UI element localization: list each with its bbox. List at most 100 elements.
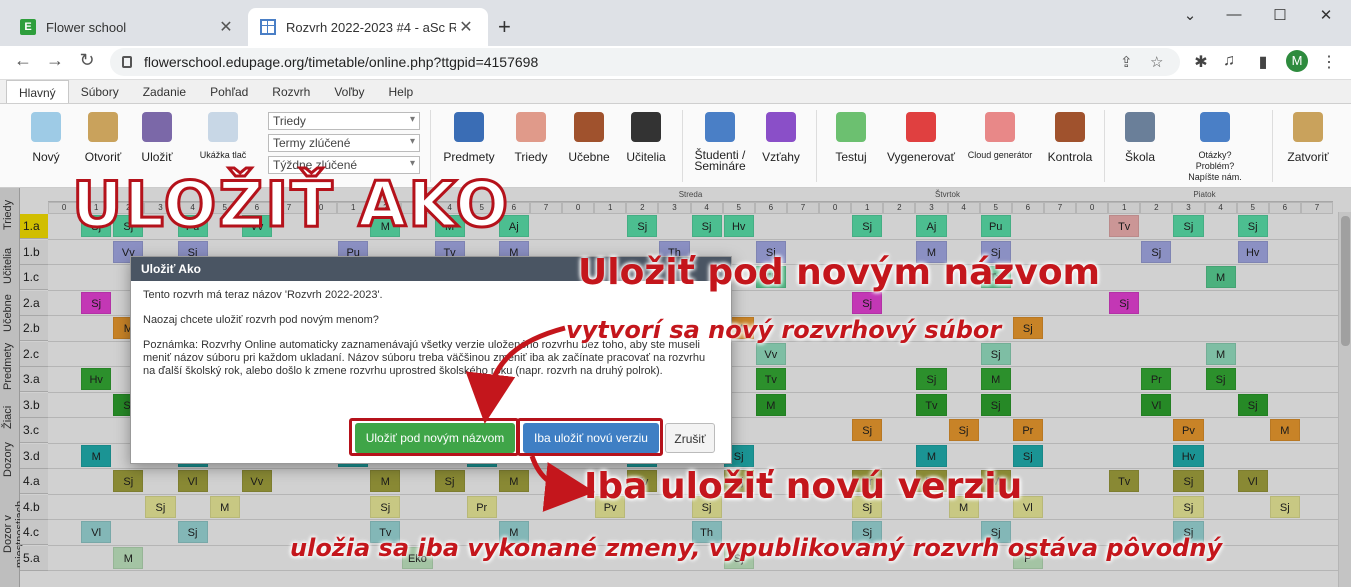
ribbon-label: Otvoriť xyxy=(84,150,122,164)
ribbon-label: Nový xyxy=(32,150,60,164)
ribbon-separator xyxy=(816,110,817,182)
menu-input[interactable]: Zadanie xyxy=(131,80,198,103)
back-arrow-icon[interactable]: ← xyxy=(10,50,36,71)
ribbon-open-button[interactable]: Otvoriť xyxy=(78,112,128,164)
open-icon xyxy=(88,112,118,142)
ribbon-new-button[interactable]: Nový xyxy=(26,112,66,164)
ribbon-label: Ukážka tlač xyxy=(199,150,247,160)
annotation-headline-new-name: Uložiť pod novým názvom xyxy=(578,252,1101,293)
ribbon-label: Vzťahy xyxy=(762,150,800,164)
new-tab-plus-icon[interactable]: + xyxy=(498,14,511,40)
close-tab-icon[interactable]: ✕ xyxy=(456,17,476,37)
ribbon-school-button[interactable]: Škola xyxy=(1118,112,1162,164)
cloud-icon xyxy=(985,112,1015,142)
menu-timetable[interactable]: Rozvrh xyxy=(260,80,322,103)
url-field[interactable]: flowerschool.edupage.org/timetable/onlin… xyxy=(110,48,1180,76)
ribbon-label: Učebne xyxy=(568,150,610,164)
avatar[interactable]: M xyxy=(1286,50,1308,72)
annotation-big-title: ULOŽIŤ AKO xyxy=(70,167,511,243)
save-icon xyxy=(142,112,172,142)
reload-icon[interactable]: ↻ xyxy=(74,50,100,71)
browser-tab-strip: E Flower school ✕ Rozvrh 2022-2023 #4 - … xyxy=(0,0,1351,46)
window-close-icon[interactable]: ✕ xyxy=(1306,6,1346,24)
relations-icon xyxy=(766,112,796,142)
annotation-sub-new-version: uložia sa iba vykonané zmeny, vypublikov… xyxy=(290,534,1223,562)
help-icon xyxy=(1200,112,1230,142)
highlight-box-save-new xyxy=(349,418,519,456)
share-icon[interactable]: ⇪ xyxy=(1120,53,1133,71)
ribbon-generate-button[interactable]: Vygenerovať xyxy=(884,112,958,164)
view-select-classes[interactable]: Triedy xyxy=(268,112,420,130)
extensions-puzzle-icon[interactable]: ✱ xyxy=(1190,52,1212,72)
rooms-icon xyxy=(574,112,604,142)
ribbon-rooms-button[interactable]: Učebne xyxy=(564,112,614,164)
ribbon-control-button[interactable]: Kontrola xyxy=(1044,112,1096,164)
menu-main[interactable]: Hlavný xyxy=(6,80,69,103)
ribbon-relations-button[interactable]: Vzťahy xyxy=(758,112,804,164)
ribbon-separator xyxy=(1104,110,1105,182)
ribbon-save-button[interactable]: Uložiť xyxy=(134,112,180,164)
tab-title: Rozvrh 2022-2023 #4 - aSc Rozvr xyxy=(286,19,456,35)
ribbon-label: Predmety xyxy=(443,150,495,164)
app-menu-bar: Hlavný Súbory Zadanie Pohľad Rozvrh Voľb… xyxy=(0,80,1351,104)
ribbon-teachers-button[interactable]: Učitelia xyxy=(622,112,670,164)
school-icon xyxy=(1125,112,1155,142)
ribbon-cloud-button[interactable]: Cloud generátor xyxy=(964,112,1036,160)
menu-view[interactable]: Pohľad xyxy=(198,80,260,103)
sidebar-toggle-icon[interactable]: ▮ xyxy=(1252,52,1274,72)
ribbon-close-button[interactable]: Zatvoriť xyxy=(1280,112,1336,164)
teachers-icon xyxy=(631,112,661,142)
menu-options[interactable]: Voľby xyxy=(322,80,376,103)
close-tab-icon[interactable]: ✕ xyxy=(216,17,236,37)
preview-icon xyxy=(208,112,238,142)
timetable-favicon-icon xyxy=(260,19,276,35)
generate-icon xyxy=(906,112,936,142)
ribbon-classes-button[interactable]: Triedy xyxy=(508,112,554,164)
minimize-icon[interactable]: — xyxy=(1214,6,1254,23)
ribbon-preview-button[interactable]: Ukážka tlač xyxy=(192,112,254,160)
bookmark-star-icon[interactable]: ☆ xyxy=(1150,53,1163,71)
tab-title: Flower school xyxy=(46,19,127,35)
media-queue-icon[interactable]: ♫ xyxy=(1218,52,1240,70)
highlight-box-save-version xyxy=(517,418,663,456)
classes-icon xyxy=(516,112,546,142)
close-icon xyxy=(1293,112,1323,142)
terms-select[interactable]: Termy zlúčené xyxy=(268,134,420,152)
url-text: flowerschool.edupage.org/timetable/onlin… xyxy=(144,54,539,70)
dialog-note-text: Poznámka: Rozvrhy Online automaticky zaz… xyxy=(143,339,706,377)
ribbon-label: Učitelia xyxy=(626,150,666,164)
ribbon-label: Testuj xyxy=(835,150,867,164)
menu-help[interactable]: Help xyxy=(377,80,426,103)
ribbon-separator xyxy=(682,110,683,182)
ribbon-students-button[interactable]: Študenti / Semináre xyxy=(690,112,750,172)
new-icon xyxy=(31,112,61,142)
forward-arrow-icon[interactable]: → xyxy=(42,50,68,71)
ribbon-label: Vygenerovať xyxy=(886,150,956,164)
annotation-headline-new-version: Iba uložiť novú verziu xyxy=(584,466,1023,507)
browser-tab-flower-school[interactable]: E Flower school ✕ xyxy=(8,8,248,46)
ribbon-label: Cloud generátor xyxy=(967,150,1033,160)
cancel-button[interactable]: Zrušiť xyxy=(665,423,715,453)
ribbon-test-button[interactable]: Testuj xyxy=(828,112,874,164)
kebab-menu-icon[interactable]: ⋮ xyxy=(1318,52,1340,72)
ribbon-help-button[interactable]: Otázky? Problém? Napíšte nám. xyxy=(1180,112,1250,183)
ribbon-label: Študenti / Semináre xyxy=(694,148,746,173)
ribbon-label: Uložiť xyxy=(141,150,173,164)
address-bar: ← → ↻ flowerschool.edupage.org/timetable… xyxy=(0,46,1351,80)
control-icon xyxy=(1055,112,1085,142)
ribbon-subjects-button[interactable]: Predmety xyxy=(440,112,498,164)
chevron-down-icon[interactable]: ⌄ xyxy=(1170,6,1210,24)
menu-files[interactable]: Súbory xyxy=(69,80,131,103)
ribbon-label: Škola xyxy=(1124,150,1156,164)
maximize-icon[interactable]: ☐ xyxy=(1260,6,1300,24)
ribbon-label: Triedy xyxy=(514,150,548,164)
ribbon-label: Kontrola xyxy=(1047,150,1093,164)
ribbon-separator xyxy=(1272,110,1273,182)
ribbon-label: Zatvoriť xyxy=(1287,150,1329,164)
subjects-icon xyxy=(454,112,484,142)
annotation-sub-new-name: vytvorí sa nový rozvrhový súbor xyxy=(566,316,1002,344)
edupage-favicon-icon: E xyxy=(20,19,36,35)
browser-tab-timetable[interactable]: Rozvrh 2022-2023 #4 - aSc Rozvr ✕ xyxy=(248,8,488,46)
test-icon xyxy=(836,112,866,142)
ribbon-label: Otázky? Problém? Napíšte nám. xyxy=(1188,150,1242,182)
